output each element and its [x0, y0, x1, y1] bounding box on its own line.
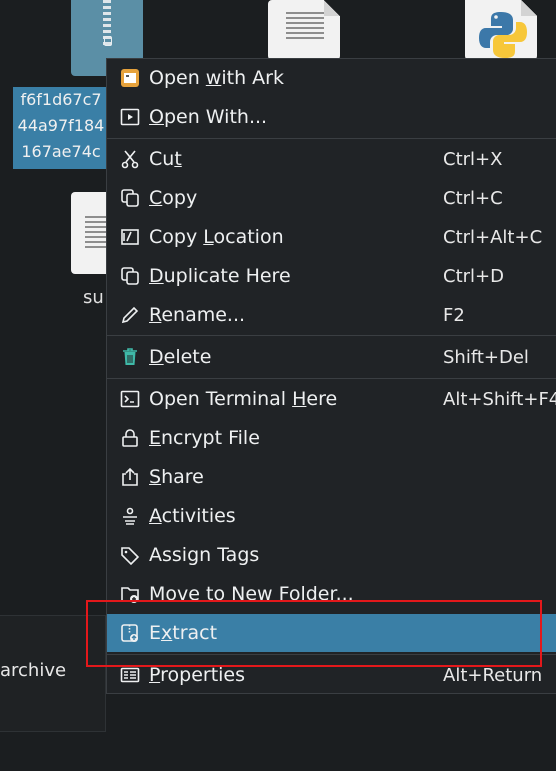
menu-item-cut[interactable]: Cut Ctrl+X — [107, 140, 556, 178]
menu-item-properties[interactable]: Properties Alt+Return — [107, 656, 556, 694]
menu-item-delete[interactable]: Delete Shift+Del — [107, 338, 556, 376]
shortcut-label: F2 — [443, 304, 465, 326]
filename-line: 44a97f184 — [17, 116, 105, 135]
shortcut-label: Alt+Shift+F4 — [443, 388, 556, 410]
shortcut-label: Shift+Del — [443, 346, 529, 368]
shortcut-label: Ctrl+X — [443, 148, 503, 170]
trash-icon — [119, 346, 141, 368]
menu-item-move-to-new-folder[interactable]: Move to New Folder... — [107, 575, 556, 613]
cut-icon — [119, 148, 141, 170]
menu-item-label: Assign Tags — [149, 544, 260, 566]
copy-location-icon — [119, 226, 141, 248]
menu-item-label: Open With... — [149, 106, 268, 128]
duplicate-icon — [119, 265, 141, 287]
menu-item-duplicate-here[interactable]: Duplicate Here Ctrl+D — [107, 257, 556, 295]
terminal-icon — [119, 388, 141, 410]
archive-label[interactable]: archive — [0, 660, 66, 681]
menu-item-extract[interactable]: Extract▸ — [107, 614, 556, 652]
shortcut-label: Alt+Return — [443, 664, 543, 686]
open-with-icon — [119, 106, 141, 128]
ark-icon — [119, 67, 141, 89]
menu-item-rename[interactable]: Rename... F2 — [107, 296, 556, 334]
filename-line: 167ae74c — [21, 142, 101, 161]
menu-item-share[interactable]: Share▸ — [107, 458, 556, 496]
shortcut-label: Ctrl+D — [443, 265, 504, 287]
menu-item-open-terminal-here[interactable]: Open Terminal Here Alt+Shift+F4 — [107, 380, 556, 418]
selected-file-label[interactable]: f6f1d67c7 44a97f184 167ae74c — [13, 87, 109, 169]
menu-item-encrypt-file[interactable]: Encrypt File — [107, 419, 556, 457]
menu-item-label: Encrypt File — [149, 427, 260, 449]
shortcut-label: Ctrl+Alt+C — [443, 226, 543, 248]
text-file-icon[interactable] — [268, 0, 340, 60]
lock-icon — [119, 427, 141, 449]
copy-icon — [119, 187, 141, 209]
rename-icon — [119, 304, 141, 326]
activities-icon — [119, 505, 141, 527]
menu-item-label: Extract — [149, 622, 218, 644]
menu-item-label: Open with Ark — [149, 67, 284, 89]
python-file-icon[interactable] — [465, 0, 537, 60]
menu-item-assign-tags[interactable]: Assign Tags▸ — [107, 536, 556, 574]
menu-item-label: Activities — [149, 505, 236, 527]
tag-icon — [119, 544, 141, 566]
file-label[interactable]: su — [83, 287, 104, 308]
shortcut-label: Ctrl+C — [443, 187, 503, 209]
share-icon — [119, 466, 141, 488]
menu-item-label: Share — [149, 466, 204, 488]
menu-item-open-with[interactable]: Open With... — [107, 98, 556, 136]
menu-item-activities[interactable]: Activities▸ — [107, 497, 556, 535]
zipper-icon — [103, 0, 112, 46]
menu-item-label: Move to New Folder... — [149, 583, 354, 605]
menu-item-copy-location[interactable]: Copy Location Ctrl+Alt+C — [107, 218, 556, 256]
filename-line: f6f1d67c7 — [20, 90, 102, 109]
extract-icon — [119, 622, 141, 644]
menu-item-copy[interactable]: Copy Ctrl+C — [107, 179, 556, 217]
menu-item-label: Rename... — [149, 304, 246, 326]
menu-item-open-with-ark[interactable]: Open with Ark — [107, 59, 556, 97]
folder-new-icon — [119, 583, 141, 605]
properties-icon — [119, 664, 141, 686]
